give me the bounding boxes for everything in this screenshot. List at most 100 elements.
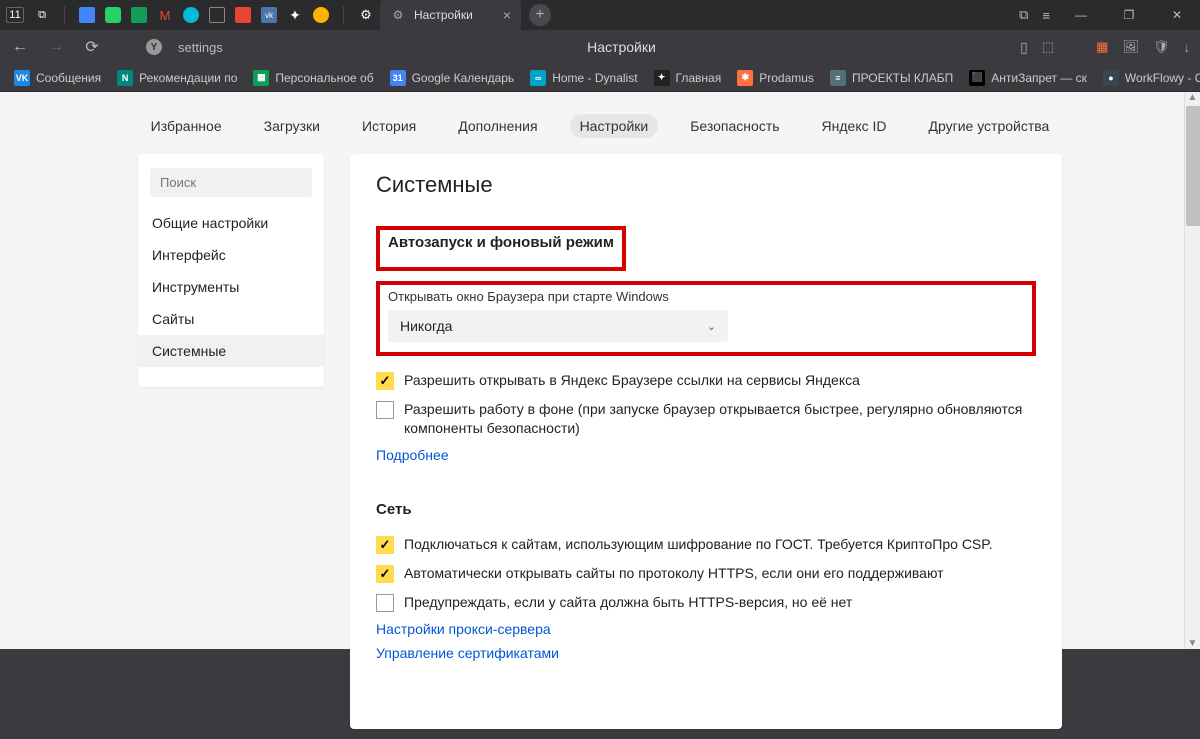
ext-image-icon[interactable]: 🖼 — [1122, 39, 1139, 55]
bookmark-item[interactable]: N Рекомендации по — [111, 70, 243, 86]
bookmark-icon: VK — [14, 70, 30, 86]
bookmark-item[interactable]: ≡ПРОЕКТЫ КЛАБП — [824, 70, 959, 86]
vertical-scrollbar[interactable]: ▲ ▼ — [1184, 92, 1200, 649]
sidebar-item[interactable]: Системные — [138, 335, 324, 367]
checkbox-label: Разрешить работу в фоне (при запуске бра… — [404, 400, 1036, 438]
section-heading: Автозапуск и фоновый режим — [388, 234, 614, 251]
checkbox-row: ✓ Разрешить открывать в Яндекс Браузере … — [376, 366, 1036, 395]
top-tab[interactable]: Избранное — [141, 114, 232, 138]
bookmark-item[interactable]: ✱Prodamus — [731, 70, 820, 86]
titlebar-right: ⧉ ≡ — ❐ ✕ — [1019, 7, 1194, 23]
sheets-icon[interactable] — [131, 7, 147, 23]
select-value: Никогда — [400, 318, 452, 334]
back-button[interactable]: ← — [10, 38, 30, 56]
bookmark-label: Home - Dynalist — [552, 71, 637, 85]
menu-icon[interactable]: ≡ — [1042, 8, 1050, 23]
new-tab-button[interactable]: + — [529, 4, 551, 26]
more-link[interactable]: Подробнее — [376, 443, 449, 467]
sidebar-item[interactable]: Инструменты — [138, 271, 324, 303]
browser-tab[interactable]: ⚙ Настройки × — [380, 0, 521, 30]
certificates-link[interactable]: Управление сертификатами — [376, 641, 559, 665]
bookmark-icon: N — [117, 70, 133, 86]
address-url[interactable]: settings — [178, 40, 223, 55]
checkbox-label: Предупреждать, если у сайта должна быть … — [404, 593, 852, 612]
settings-search — [150, 168, 312, 197]
bookmark-item[interactable]: ▦ Персональное об — [247, 70, 379, 86]
proxy-settings-link[interactable]: Настройки прокси-сервера — [376, 617, 551, 641]
bookmark-item[interactable]: ●WorkFlowy - Orga — [1097, 70, 1200, 86]
top-tab[interactable]: Загрузки — [254, 114, 330, 138]
bookmark-icon[interactable]: ▯ — [1020, 39, 1028, 56]
top-tab[interactable]: Другие устройства — [919, 114, 1060, 138]
bookmark-label: ПРОЕКТЫ КЛАБП — [852, 71, 953, 85]
top-tab[interactable]: Безопасность — [680, 114, 789, 138]
search-input[interactable] — [150, 168, 312, 197]
reload-button[interactable]: ⟳ — [82, 37, 102, 57]
bookmark-icon: ✦ — [654, 70, 670, 86]
autostart-select[interactable]: Никогда ⌄ — [388, 310, 728, 342]
checkbox-row: Предупреждать, если у сайта должна быть … — [376, 588, 1036, 617]
checkbox-gost[interactable]: ✓ — [376, 536, 394, 554]
checkbox-row: Разрешить работу в фоне (при запуске бра… — [376, 395, 1036, 443]
top-tab[interactable]: Дополнения — [448, 114, 547, 138]
checkbox-label: Разрешить открывать в Яндекс Браузере сс… — [404, 371, 860, 390]
scroll-up-arrow[interactable]: ▲ — [1185, 92, 1200, 103]
gmail2-icon[interactable] — [235, 7, 251, 23]
minimize-button[interactable]: — — [1064, 8, 1098, 22]
bookmark-label: Главная — [676, 71, 722, 85]
address-right-icons: ▯ ⬚ ▦ 🖼 🛡 ↓ — [1020, 39, 1190, 56]
top-tab[interactable]: Настройки — [570, 114, 659, 138]
gear-icon[interactable]: ⚙ — [358, 7, 374, 23]
settings-top-tabs: Избранное Загрузки История Дополнения Настро… — [0, 92, 1200, 154]
sidebar-item[interactable]: Сайты — [138, 303, 324, 335]
ext-shield-icon[interactable]: 🛡 — [1153, 39, 1170, 55]
bookmark-label: Сообщения — [36, 71, 101, 85]
site-identity-icon[interactable]: Y — [146, 39, 162, 55]
autostart-select-label: Открывать окно Браузера при старте Windo… — [388, 289, 1024, 304]
tab-title: Настройки — [414, 8, 473, 22]
tab-group-icon[interactable]: ⧉ — [34, 7, 50, 23]
top-tab[interactable]: История — [352, 114, 426, 138]
whatsapp-icon[interactable] — [105, 7, 121, 23]
download-icon[interactable]: ↓ — [1184, 40, 1191, 55]
bookmark-label: WorkFlowy - Orga — [1125, 71, 1200, 85]
tab-close-button[interactable]: × — [503, 7, 511, 23]
sidebar-item[interactable]: Общие настройки — [138, 207, 324, 239]
bookmark-item[interactable]: 31 Google Календарь — [384, 70, 521, 86]
checkbox-https-auto[interactable]: ✓ — [376, 565, 394, 583]
copy-window-icon[interactable]: ⧉ — [1019, 7, 1028, 23]
bookmark-item[interactable]: ∞Home - Dynalist — [524, 70, 643, 86]
google-calendar-icon[interactable] — [79, 7, 95, 23]
top-tab[interactable]: Яндекс ID — [812, 114, 897, 138]
bookmark-icon: ▦ — [253, 70, 269, 86]
extension-icon[interactable]: ⬚ — [1042, 39, 1054, 55]
doc-icon[interactable] — [209, 7, 225, 23]
bookmark-item[interactable]: ⬛АнтиЗапрет — ск — [963, 70, 1093, 86]
checkbox-background-work[interactable] — [376, 401, 394, 419]
scrollbar-thumb[interactable] — [1186, 106, 1200, 226]
checkbox-https-warn[interactable] — [376, 594, 394, 612]
gmail-icon[interactable]: M — [157, 7, 173, 23]
window-titlebar: 11 ⧉ M vk ✦ ⚙ ⚙ Настройки × + ⧉ ≡ — ❐ ✕ — [0, 0, 1200, 30]
page-title-center: Настройки — [239, 39, 1004, 55]
vk-icon[interactable]: vk — [261, 7, 277, 23]
bookmark-item[interactable]: ✦ Главная — [648, 70, 728, 86]
scroll-down-arrow[interactable]: ▼ — [1185, 638, 1200, 649]
maximize-button[interactable]: ❐ — [1112, 8, 1146, 22]
bookmark-label: Рекомендации по — [139, 71, 237, 85]
bookmark-item[interactable]: VK Сообщения — [8, 70, 107, 86]
bookmark-label: Персональное об — [275, 71, 373, 85]
ext-translate-icon[interactable]: ▦ — [1096, 39, 1108, 55]
translate-icon[interactable] — [183, 7, 199, 23]
chat-icon[interactable] — [313, 7, 329, 23]
separator — [64, 6, 65, 24]
close-window-button[interactable]: ✕ — [1160, 8, 1194, 22]
bookmark-icon: 31 — [390, 70, 406, 86]
checkbox-yandex-links[interactable]: ✓ — [376, 372, 394, 390]
chevron-down-icon: ⌄ — [707, 320, 716, 333]
plus-app-icon[interactable]: ✦ — [287, 7, 303, 23]
bookmark-label: Google Календарь — [412, 71, 515, 85]
checkbox-label: Подключаться к сайтам, использующим шифр… — [404, 535, 993, 554]
date-badge-icon[interactable]: 11 — [6, 7, 24, 23]
sidebar-item[interactable]: Интерфейс — [138, 239, 324, 271]
